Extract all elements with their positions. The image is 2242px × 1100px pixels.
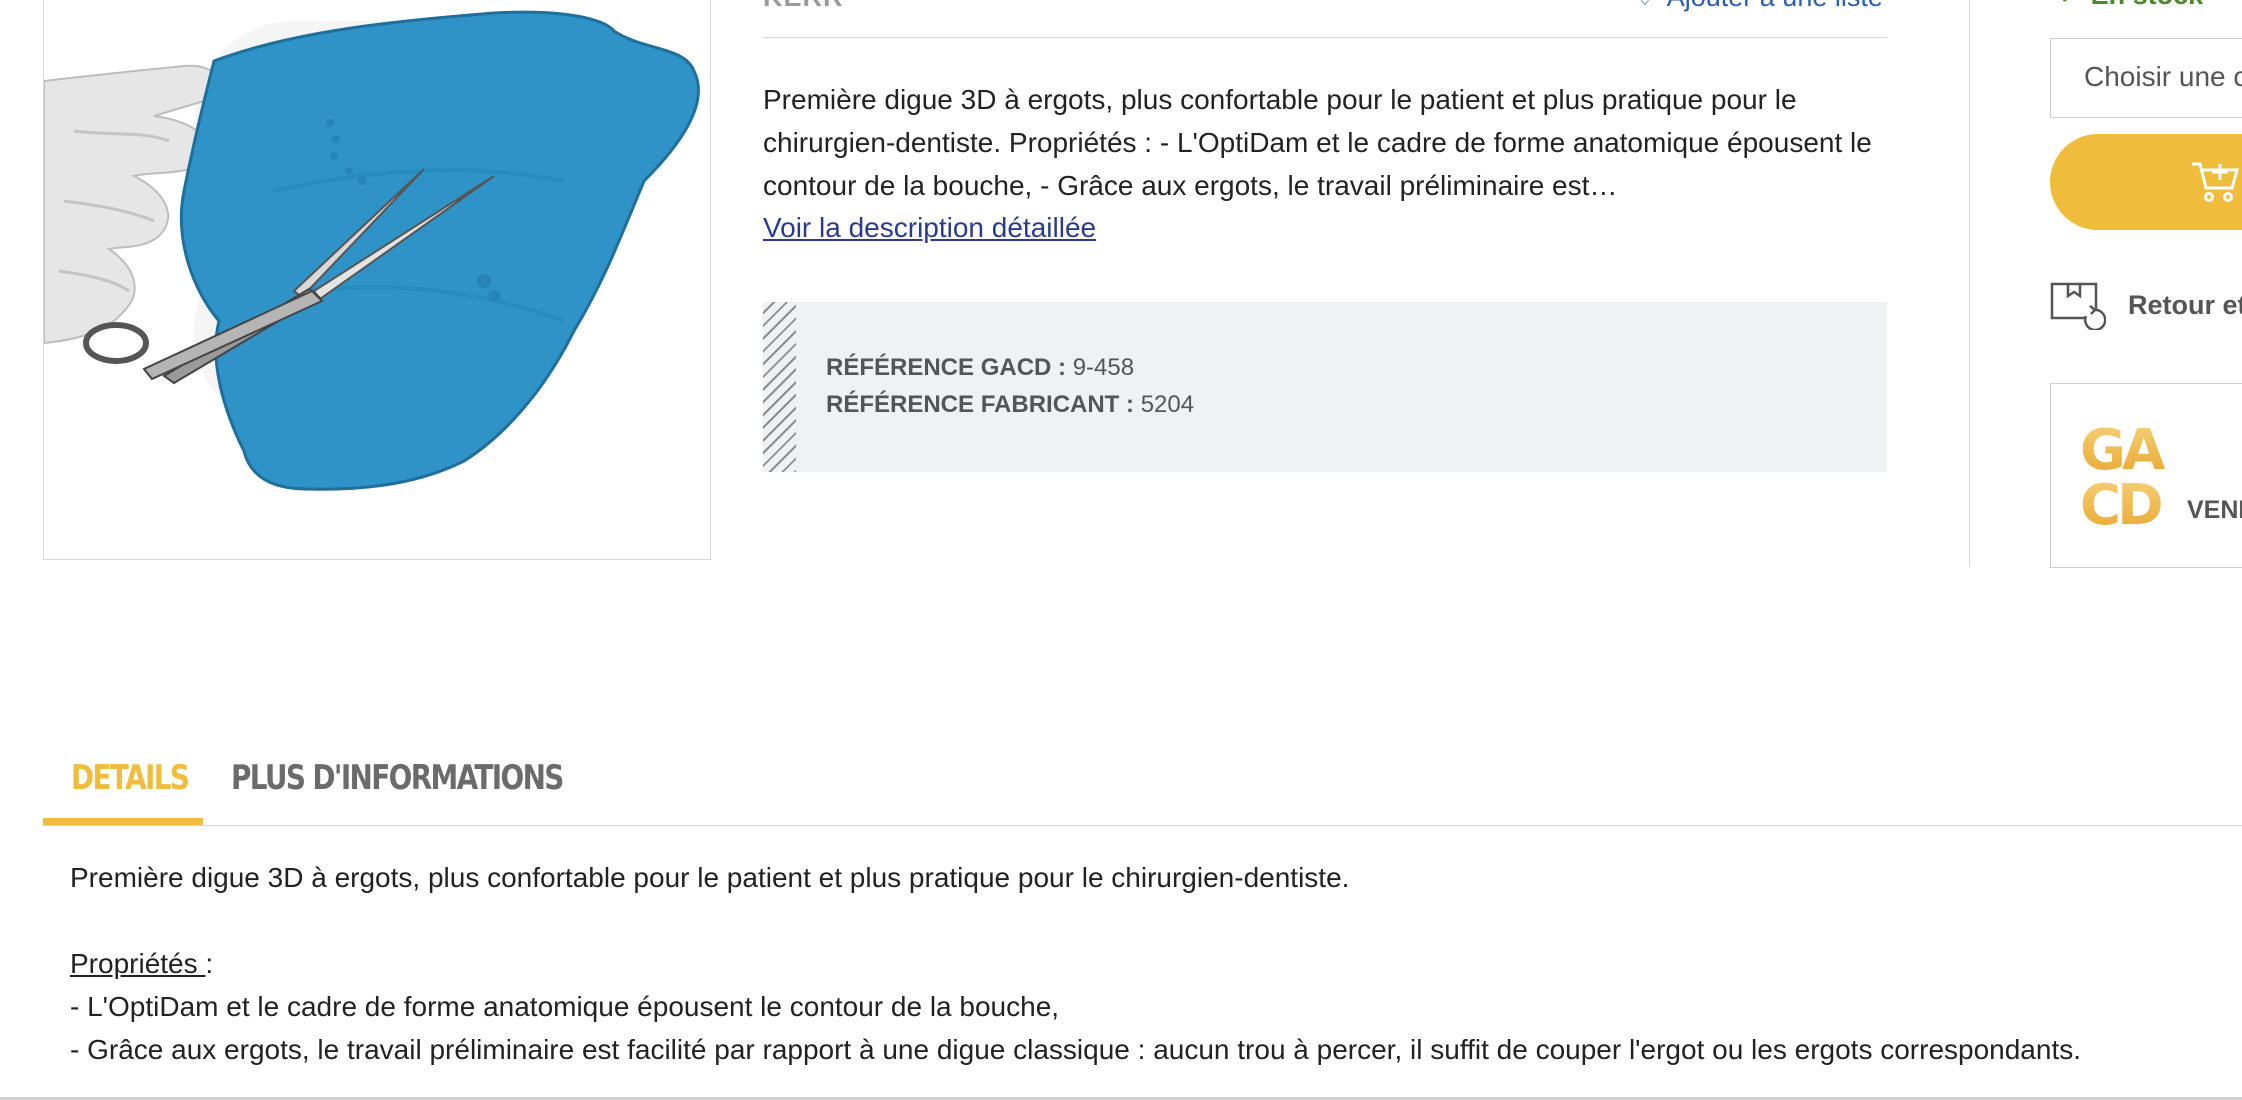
logo-line-cd: CD: [2080, 473, 2161, 529]
add-to-cart-button[interactable]: [2050, 134, 2242, 230]
short-description: Première digue 3D à ergots, plus confort…: [763, 84, 1872, 201]
product-photo: [44, 10, 700, 491]
properties-title: Propriétés: [70, 948, 206, 979]
product-brand[interactable]: KERR: [763, 0, 844, 13]
tab-more-info[interactable]: PLUS D'INFORMATIONS: [231, 748, 564, 798]
stock-status: ✓ En stock: [2058, 0, 2203, 11]
maker-reference: RÉFÉRENCE FABRICANT : 5204: [826, 391, 1194, 419]
check-icon: ✓: [2058, 0, 2081, 11]
column-separator: [1969, 0, 1970, 567]
return-label: Retour et: [2128, 289, 2242, 320]
dental-dam-shape: [179, 10, 700, 491]
maker-reference-value: 5204: [1140, 391, 1195, 418]
properties-heading: Propriétés :: [70, 942, 2081, 985]
hatch-decoration: [763, 302, 796, 472]
return-box-icon: [2050, 282, 2106, 330]
detailed-description-link[interactable]: Voir la description détaillée: [763, 212, 1096, 244]
tab-details[interactable]: DETAILS: [71, 748, 190, 798]
tabs-divider: [43, 825, 2242, 826]
product-image[interactable]: [43, 0, 711, 560]
property-item: - L'OptiDam et le cadre de forme anatomi…: [70, 991, 1060, 1022]
seller-box: GA CD VEND: [2050, 383, 2242, 568]
property-item: - Grâce aux ergots, le travail prélimina…: [70, 1034, 2082, 1065]
references-box: RÉFÉRENCE GACD : 9-458 RÉFÉRENCE FABRICA…: [763, 302, 1887, 472]
gacd-reference-label: RÉFÉRENCE GACD :: [826, 354, 1067, 381]
stock-label: En stock: [2091, 0, 2204, 11]
divider: [763, 37, 1887, 38]
details-intro: Première digue 3D à ergots, plus confort…: [70, 862, 1350, 893]
maker-reference-label: RÉFÉRENCE FABRICANT :: [826, 391, 1135, 418]
details-panel: Première digue 3D à ergots, plus confort…: [70, 856, 2081, 1071]
gacd-reference: RÉFÉRENCE GACD : 9-458: [826, 354, 1134, 382]
gacd-reference-value: 9-458: [1072, 354, 1135, 381]
seller-label: VEND: [2187, 496, 2242, 524]
heart-icon: ♡: [1635, 0, 1655, 11]
variant-select[interactable]: Choisir une c: [2050, 38, 2242, 118]
properties-colon: :: [205, 948, 214, 979]
add-to-list-link[interactable]: ♡ Ajouter à une liste: [1635, 0, 1883, 13]
add-to-list-label: Ajouter à une liste: [1667, 0, 1883, 13]
return-policy[interactable]: Retour et: [2050, 280, 2242, 330]
gacd-logo: GA CD: [2080, 419, 2170, 529]
active-tab-indicator: [43, 818, 203, 825]
cart-icon: [2192, 162, 2239, 202]
